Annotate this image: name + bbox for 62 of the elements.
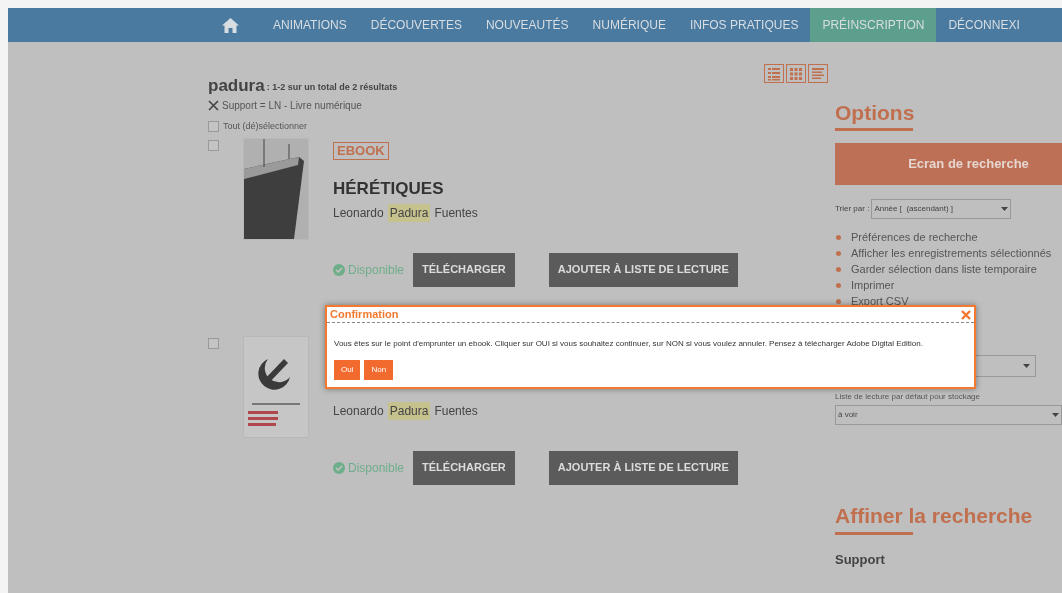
bullet-icon — [836, 234, 841, 240]
filter-label: Support = LN - Livre numérique — [222, 99, 362, 113]
nav-link[interactable]: DÉCOUVERTES — [358, 8, 474, 42]
check-circle-icon — [333, 263, 345, 276]
search-query: padura — [208, 76, 265, 96]
dropdown-caret-icon — [1052, 413, 1059, 417]
reading-list-select[interactable]: à voir — [835, 405, 1062, 425]
remove-filter-icon[interactable] — [208, 100, 219, 111]
book-cover[interactable] — [243, 137, 309, 240]
author-name-part: Padura — [387, 401, 431, 420]
options-link[interactable]: Imprimer — [851, 276, 895, 294]
download-button[interactable]: TÉLÉCHARGER — [413, 450, 515, 485]
book-cover[interactable] — [243, 335, 309, 438]
bullet-icon — [836, 266, 841, 272]
add-to-reading-list-button[interactable]: AJOUTER À LISTE DE LECTURE — [548, 450, 738, 485]
author-name-part: Padura — [387, 203, 431, 222]
author-name-part: Fuentes — [434, 402, 478, 420]
nav-link[interactable]: NOUVEAUTÉS — [473, 8, 581, 42]
dropdown-caret-icon — [1023, 364, 1030, 368]
checkbox[interactable] — [208, 121, 219, 133]
add-to-reading-list-button[interactable]: AJOUTER À LISTE DE LECTURE — [548, 252, 738, 287]
sidebar-heading: Options — [835, 100, 916, 126]
availability-status: Disponible — [348, 261, 405, 279]
close-icon[interactable] — [961, 309, 971, 320]
dropdown-caret-icon — [1001, 207, 1009, 211]
author-name-part: Leonardo — [333, 402, 384, 420]
options-link[interactable]: Afficher les enregistrements sélectionnés — [851, 244, 1052, 262]
options-link[interactable]: Garder sélection dans liste temporaire — [851, 260, 1037, 278]
nav-link[interactable]: PRÉINSCRIPTION — [810, 8, 937, 42]
check-circle-icon — [333, 461, 345, 474]
sort-select[interactable]: Année [ (ascendant) ] — [871, 199, 1012, 219]
bullet-icon — [836, 298, 841, 304]
download-button[interactable]: TÉLÉCHARGER — [413, 252, 515, 287]
reading-list-label: Liste de lecture par défaut pour stockage — [835, 391, 981, 403]
text-view-icon[interactable] — [808, 64, 828, 83]
nav-link[interactable]: NUMÉRIQUE — [580, 8, 678, 42]
search-screen-button[interactable]: Ecran de recherche — [835, 143, 1062, 185]
home-icon[interactable] — [222, 17, 239, 33]
nav-link[interactable]: ANIMATIONS — [261, 8, 359, 42]
options-link[interactable]: Préférences de recherche — [851, 228, 978, 246]
dialog-message: Vous êtes sur le point d'emprunter un ebook. Cliquer sur OUI si vous souhaitez continuer, sur NON si vous voulez annuler. Pensez à télécharger Adobe Digital Edition. — [333, 338, 924, 350]
sort-label: Trier par : — [835, 203, 870, 215]
filter-section-heading: Support — [835, 553, 886, 567]
author-name-part: Fuentes — [434, 204, 478, 222]
bullet-icon — [836, 282, 841, 288]
format-tag: EBOOK — [333, 141, 389, 160]
nav-link[interactable]: INFOS PRATIQUES — [677, 8, 811, 42]
grid-view-icon[interactable] — [786, 64, 806, 83]
checkbox[interactable] — [208, 139, 219, 151]
author-name-part: Leonardo — [333, 204, 384, 222]
yes-button[interactable]: Oui — [334, 360, 361, 380]
bullet-icon — [836, 250, 841, 256]
dialog-title: Confirmation — [330, 307, 399, 323]
result-count: : 1-2 sur un total de 2 résultats — [266, 80, 398, 94]
availability-status: Disponible — [348, 459, 405, 477]
sidebar-heading: Affiner la recherche — [835, 503, 1034, 529]
nav-link[interactable]: DÉCONNEXI — [936, 8, 1032, 42]
book-title[interactable]: HÉRÉTIQUES — [333, 175, 738, 201]
select-all-label: Tout (dé)sélectionner — [223, 120, 308, 133]
list-view-icon[interactable] — [764, 64, 784, 83]
no-button[interactable]: Non — [364, 360, 394, 380]
checkbox[interactable] — [208, 337, 219, 349]
